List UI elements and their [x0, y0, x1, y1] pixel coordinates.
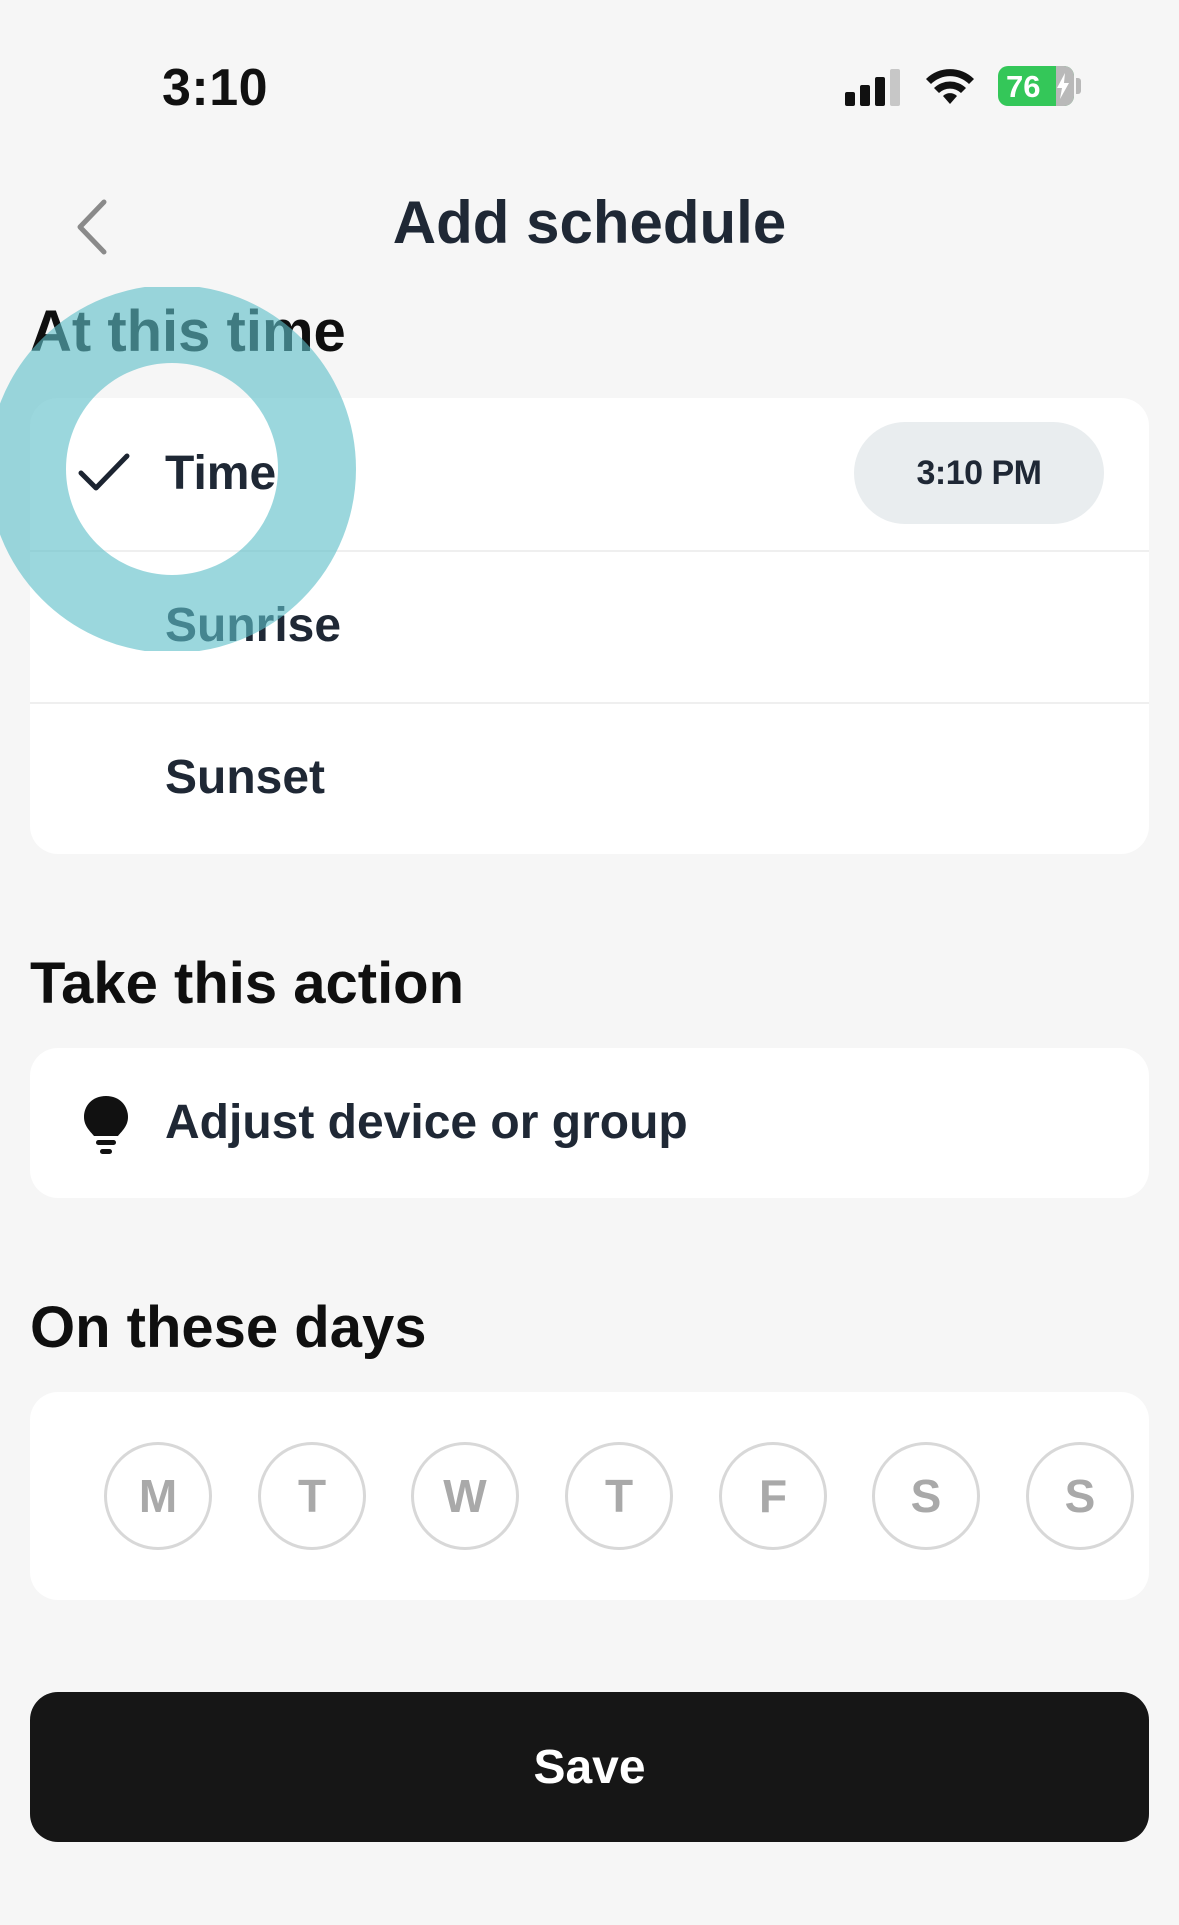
time-option-time[interactable]: Time 3:10 PM: [30, 398, 1149, 552]
action-card: Adjust device or group: [30, 1048, 1149, 1198]
checkmark-icon: [78, 453, 130, 491]
time-options-card: Time 3:10 PM Sunrise Sunset: [30, 398, 1149, 854]
day-selector: M T W T F S S: [74, 1442, 1134, 1550]
battery-percentage: 76: [1006, 69, 1041, 104]
cellular-signal-icon: [845, 69, 900, 106]
day-tuesday[interactable]: T: [258, 1442, 366, 1550]
days-section-title: On these days: [30, 1295, 427, 1360]
sunrise-option-label: Sunrise: [165, 599, 342, 652]
day-monday[interactable]: M: [104, 1442, 212, 1550]
day-thursday[interactable]: T: [565, 1442, 673, 1550]
battery-indicator: 76: [998, 66, 1074, 106]
adjust-device-row[interactable]: Adjust device or group: [30, 1048, 1149, 1198]
charging-bolt-icon: [1057, 73, 1069, 99]
days-card: M T W T F S S: [30, 1392, 1149, 1600]
day-saturday[interactable]: S: [872, 1442, 980, 1550]
time-option-sunrise[interactable]: Sunrise: [30, 550, 1149, 704]
sunset-option-label: Sunset: [165, 751, 326, 804]
action-section-title: Take this action: [30, 951, 465, 1016]
save-button[interactable]: Save: [30, 1692, 1149, 1842]
day-friday[interactable]: F: [719, 1442, 827, 1550]
time-option-label: Time: [165, 447, 277, 500]
battery-nub: [1076, 78, 1081, 94]
day-sunday[interactable]: S: [1026, 1442, 1134, 1550]
time-section-title: At this time: [30, 299, 346, 364]
page-title: Add schedule: [392, 189, 787, 256]
wifi-icon: [926, 69, 974, 104]
day-wednesday[interactable]: W: [411, 1442, 519, 1550]
lightbulb-icon: [84, 1096, 128, 1154]
status-time: 3:10: [162, 59, 269, 117]
time-option-sunset[interactable]: Sunset: [30, 702, 1149, 854]
adjust-device-label: Adjust device or group: [165, 1096, 688, 1149]
time-picker-button[interactable]: 3:10 PM: [854, 422, 1104, 524]
